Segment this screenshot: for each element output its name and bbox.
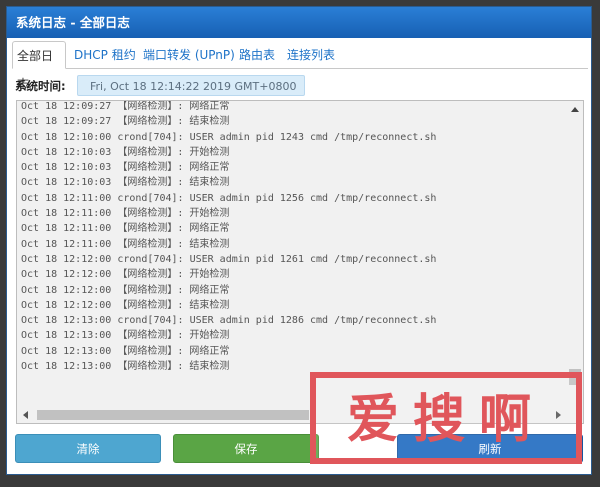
log-line: Oct 18 12:13:00 crond[704]: USER admin p…	[21, 315, 437, 327]
tab-all-logs[interactable]: 全部日志	[12, 41, 66, 91]
log-line: Oct 18 12:11:00 【网络检测】: 开始检测	[21, 208, 230, 220]
tab-bar: 全部日志 DHCP 租约 端口转发 (UPnP) 路由表 连接列表	[12, 41, 588, 91]
watermark-stamp: 爱搜啊	[310, 372, 582, 464]
log-line: Oct 18 12:12:00 【网络检测】: 开始检测	[21, 269, 230, 281]
log-line: Oct 18 12:11:00 【网络检测】: 结束检测	[21, 238, 230, 250]
log-line: Oct 18 12:10:03 【网络检测】: 开始检测	[21, 146, 230, 158]
log-line: Oct 18 12:10:00 crond[704]: USER admin p…	[21, 131, 437, 143]
system-time-value: Fri, Oct 18 12:14:22 2019 GMT+0800	[77, 75, 305, 96]
tab-port-forwarding-upnp[interactable]: 端口转发 (UPnP)	[143, 41, 235, 68]
tab-dhcp-leases[interactable]: DHCP 租约	[74, 41, 136, 68]
log-line: Oct 18 12:11:00 【网络检测】: 网络正常	[21, 223, 230, 235]
log-line: Oct 18 12:12:00 【网络检测】: 网络正常	[21, 284, 230, 296]
log-line: Oct 18 12:13:00 【网络检测】: 开始检测	[21, 330, 230, 342]
log-line: Oct 18 12:10:03 【网络检测】: 网络正常	[21, 162, 230, 174]
watermark-text: 爱搜啊	[346, 389, 545, 450]
log-line: Oct 18 12:12:00 【网络检测】: 结束检测	[21, 299, 230, 311]
log-line: Oct 18 12:12:00 crond[704]: USER admin p…	[21, 253, 437, 265]
vertical-scrollbar[interactable]	[567, 101, 583, 405]
tab-connection-list[interactable]: 连接列表	[287, 41, 335, 68]
horizontal-scroll-thumb[interactable]	[37, 410, 309, 420]
dialog-title: 系统日志 - 全部日志	[7, 7, 591, 38]
tab-routing-table[interactable]: 路由表	[239, 41, 275, 68]
clear-button[interactable]: 清除	[15, 434, 161, 463]
log-lines: Oct 18 12:09:27 【网络检测】: 网络正常 Oct 18 12:09…	[21, 101, 437, 374]
save-button[interactable]: 保存	[173, 434, 319, 463]
log-line: Oct 18 12:11:00 crond[704]: USER admin p…	[21, 192, 437, 204]
scroll-up-arrow-icon[interactable]	[571, 107, 579, 112]
system-time-row: 系统时间: Fri, Oct 18 12:14:22 2019 GMT+0800	[15, 75, 585, 97]
log-line: Oct 18 12:10:03 【网络检测】: 结束检测	[21, 177, 230, 189]
log-line: Oct 18 12:09:27 【网络检测】: 网络正常	[21, 101, 230, 112]
log-line: Oct 18 12:09:27 【网络检测】: 结束检测	[21, 116, 230, 128]
system-time-label: 系统时间:	[15, 79, 66, 93]
log-line: Oct 18 12:13:00 【网络检测】: 网络正常	[21, 345, 230, 357]
scroll-left-arrow-icon[interactable]	[23, 411, 28, 419]
